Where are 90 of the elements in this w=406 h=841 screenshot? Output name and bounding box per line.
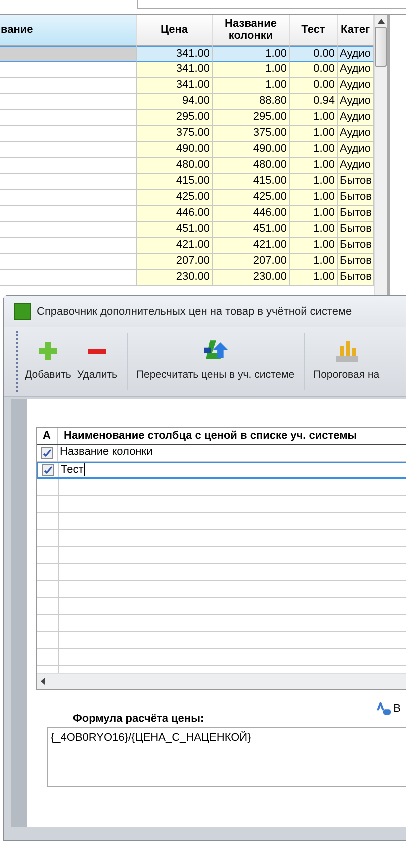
table-cell: 0.00 [290,46,338,62]
table-cell: 480.00 [137,158,213,174]
grid-row[interactable]: Название колонки [37,445,406,462]
table-cell: 415.00 [213,174,290,190]
table-cell: 1.00 [213,78,290,94]
table-cell: 207.00 [137,254,213,270]
table-cell: 446.00 [137,206,213,222]
table-cell: Бытов [338,174,374,190]
table-cell: 421.00 [137,238,213,254]
table-cell: 341.00 [137,62,213,78]
table-cell-text: Название колонки [59,445,154,460]
table-cell: Аудио [338,94,374,110]
table-cell: 425.00 [137,190,213,206]
table-cell: Бытов [338,190,374,206]
table-cell: 451.00 [213,222,290,238]
grid-row[interactable]: Тест [37,462,406,479]
toolbar-button[interactable]: Удалить [74,331,120,392]
checkbox[interactable] [41,447,53,459]
coins-chart-icon [336,340,358,362]
scroll-left-icon[interactable] [41,678,45,685]
column-header[interactable]: Наименование столбца с ценой в списке уч. системы [58,428,406,444]
table-cell: 1.00 [290,206,338,222]
table-cell: 1.00 [290,270,338,286]
table-cell: 94.00 [137,94,213,110]
table-cell: Аудио [338,126,374,142]
table-cell: 0.00 [290,78,338,94]
table-cell: Аудио [338,46,374,62]
app-icon [14,303,31,320]
table-cell: 490.00 [213,142,290,158]
table-cell: 490.00 [137,142,213,158]
plus-icon [39,342,58,360]
table-cell: 415.00 [137,174,213,190]
table-cell: Аудио [338,62,374,78]
toolbar-button[interactable]: Добавить [22,331,74,392]
table-cell: 0.94 [290,94,338,110]
formula-label: Формула расчёта цены: [73,713,206,725]
window-title: Справочник дополнительных цен на товар в учётной системе [37,306,352,318]
table-cell: Бытов [338,254,374,270]
table-cell: 425.00 [213,190,290,206]
table-cell: 341.00 [137,46,213,62]
table-cell: 341.00 [137,78,213,94]
table-cell: 230.00 [213,270,290,286]
table-cell: Аудио [338,110,374,126]
table-cell: 1.00 [213,62,290,78]
table-cell: 1.00 [290,254,338,270]
table-cell: 230.00 [137,270,213,286]
table-cell: 1.00 [290,190,338,206]
column-header[interactable]: вание [0,15,137,46]
toolbar-button[interactable]: Пороговая на [310,331,383,392]
table-cell: Аудио [338,158,374,174]
table-cell: 375.00 [213,126,290,142]
table-cell: 1.00 [290,126,338,142]
table-cell: 375.00 [137,126,213,142]
table-cell: 207.00 [213,254,290,270]
column-header[interactable]: A [37,428,58,444]
table-cell: Аудио [338,142,374,158]
table-cell: Бытов [338,222,374,238]
name-input[interactable]: Тест [59,463,406,477]
scroll-up-icon[interactable] [378,19,384,24]
format-button[interactable]: В [376,702,401,715]
scroll-thumb[interactable] [375,27,387,67]
table-cell: 0.00 [290,62,338,78]
toolbar-button[interactable]: Пересчитать цены в уч. системе [134,331,298,392]
table-cell: 1.00 [290,158,338,174]
table-cell: 1.00 [213,46,290,62]
arrows-icon [204,340,228,362]
table-cell: 421.00 [213,238,290,254]
column-header[interactable]: Название колонки [213,15,290,46]
formula-field[interactable]: {_4OB0RYO16}/{ЦЕНА_С_НАЦЕНКОЙ} [47,727,406,787]
table-cell: 295.00 [137,110,213,126]
table-cell: 451.00 [137,222,213,238]
table-cell: 1.00 [290,142,338,158]
table-cell: 88.80 [213,94,290,110]
table-cell: Бытов [338,206,374,222]
table-cell: 1.00 [290,238,338,254]
column-header[interactable]: Катег [338,15,374,46]
table-cell: 446.00 [213,206,290,222]
table-cell: 1.00 [290,110,338,126]
table-cell: 295.00 [213,110,290,126]
text-style-icon [376,702,391,715]
table-cell: 1.00 [290,174,338,190]
table-cell: 480.00 [213,158,290,174]
table-cell: Аудио [338,78,374,94]
column-header[interactable]: Тест [290,15,338,46]
table-cell: Бытов [338,270,374,286]
table-cell: Бытов [338,238,374,254]
table-cell: 1.00 [290,222,338,238]
scrollbar[interactable] [374,15,390,295]
checkbox[interactable] [42,464,54,476]
minus-icon [88,348,106,354]
